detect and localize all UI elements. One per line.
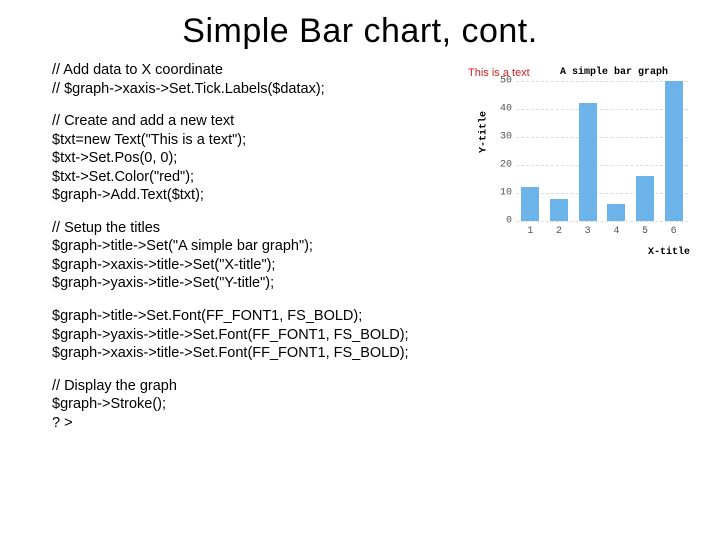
code-line: $txt=new Text("This is a text"); bbox=[52, 131, 462, 150]
chart-gridline bbox=[516, 109, 688, 110]
chart-y-tick: 50 bbox=[494, 76, 512, 87]
code-line: // Add data to X coordinate bbox=[52, 61, 462, 80]
code-block-3: // Setup the titles $graph->title->Set("… bbox=[52, 219, 462, 293]
code-line: // Display the graph bbox=[52, 377, 692, 396]
code-line: $graph->yaxis->title->Set.Font(FF_FONT1,… bbox=[52, 326, 692, 345]
chart-x-tick: 5 bbox=[642, 226, 648, 237]
chart-y-tick: 0 bbox=[494, 216, 512, 227]
chart-x-tick: 2 bbox=[556, 226, 562, 237]
code-line: $graph->xaxis->title->Set.Font(FF_FONT1,… bbox=[52, 344, 692, 363]
bar-chart: This is a text A simple bar graph Y-titl… bbox=[462, 63, 692, 258]
chart-x-tick: 4 bbox=[613, 226, 619, 237]
code-block-5: // Display the graph $graph->Stroke(); ?… bbox=[52, 377, 692, 433]
chart-x-tick: 6 bbox=[671, 226, 677, 237]
chart-title: A simple bar graph bbox=[560, 67, 668, 78]
chart-gridline bbox=[516, 193, 688, 194]
code-column: // Add data to X coordinate // $graph->x… bbox=[52, 61, 462, 307]
chart-bar bbox=[636, 176, 654, 221]
chart-bar bbox=[521, 187, 539, 221]
chart-bar bbox=[579, 103, 597, 221]
code-line: $txt->Set.Pos(0, 0); bbox=[52, 149, 462, 168]
code-block-1: // Add data to X coordinate // $graph->x… bbox=[52, 61, 462, 98]
chart-bar bbox=[607, 204, 625, 221]
chart-x-axis-label: X-title bbox=[648, 247, 690, 258]
chart-y-axis-label: Y-title bbox=[479, 111, 490, 153]
content-row: // Add data to X coordinate // $graph->x… bbox=[0, 61, 720, 307]
chart-bar bbox=[550, 199, 568, 221]
code-line: // $graph->xaxis->Set.Tick.Labels($datax… bbox=[52, 80, 462, 99]
chart-gridline bbox=[516, 221, 688, 222]
chart-y-tick: 40 bbox=[494, 104, 512, 115]
code-line: $graph->Add.Text($txt); bbox=[52, 186, 462, 205]
code-line: $graph->xaxis->title->Set("X-title"); bbox=[52, 256, 462, 275]
chart-plot-area: 01020304050123456 bbox=[516, 81, 688, 221]
code-line: $graph->title->Set("A simple bar graph")… bbox=[52, 237, 462, 256]
chart-y-tick: 30 bbox=[494, 132, 512, 143]
code-line: $graph->title->Set.Font(FF_FONT1, FS_BOL… bbox=[52, 307, 692, 326]
code-block-4: $graph->title->Set.Font(FF_FONT1, FS_BOL… bbox=[52, 307, 692, 363]
code-line: // Create and add a new text bbox=[52, 112, 462, 131]
code-line: // Setup the titles bbox=[52, 219, 462, 238]
chart-gridline bbox=[516, 137, 688, 138]
chart-x-tick: 3 bbox=[585, 226, 591, 237]
code-line: $graph->Stroke(); bbox=[52, 395, 692, 414]
chart-bar bbox=[665, 81, 683, 221]
code-line: $txt->Set.Color("red"); bbox=[52, 168, 462, 187]
chart-gridline bbox=[516, 165, 688, 166]
code-line: ? > bbox=[52, 414, 692, 433]
chart-y-tick: 20 bbox=[494, 160, 512, 171]
chart-column: This is a text A simple bar graph Y-titl… bbox=[462, 61, 692, 307]
slide-title: Simple Bar chart, cont. bbox=[0, 0, 720, 61]
chart-x-tick: 1 bbox=[527, 226, 533, 237]
code-line: $graph->yaxis->title->Set("Y-title"); bbox=[52, 274, 462, 293]
chart-y-tick: 10 bbox=[494, 188, 512, 199]
code-block-2: // Create and add a new text $txt=new Te… bbox=[52, 112, 462, 205]
chart-gridline bbox=[516, 81, 688, 82]
